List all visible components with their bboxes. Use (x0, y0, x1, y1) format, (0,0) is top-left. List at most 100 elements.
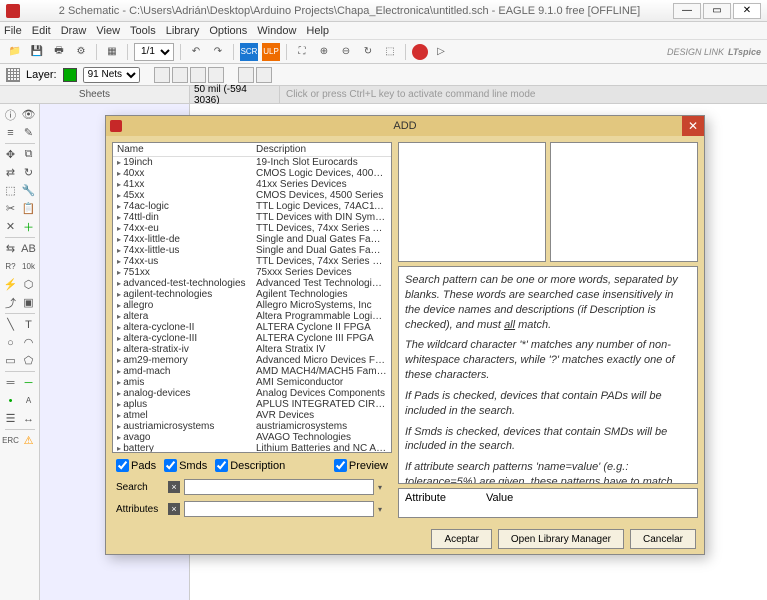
label-icon[interactable]: A (20, 392, 38, 409)
grid-icon[interactable] (6, 68, 20, 82)
library-row[interactable]: 751xx75xxx Series Devices (113, 267, 391, 278)
library-row[interactable]: batteryLithium Batteries and NC Accus (113, 443, 391, 453)
board-icon[interactable]: ▦ (103, 43, 121, 61)
menu-tools[interactable]: Tools (130, 25, 156, 37)
redo-icon[interactable]: ↷ (209, 43, 227, 61)
cam-icon[interactable]: ⚙ (72, 43, 90, 61)
library-row[interactable]: austriamicrosystemsaustriamicrosystems (113, 421, 391, 432)
menu-view[interactable]: View (96, 25, 120, 37)
library-row[interactable]: 74xx-euTTL Devices, 74xx Series with Eur… (113, 223, 391, 234)
check-smds[interactable]: Smds (164, 459, 207, 472)
zoom-redraw-icon[interactable]: ↻ (359, 43, 377, 61)
go-icon[interactable]: ▷ (432, 43, 450, 61)
save-icon[interactable]: 💾 (28, 43, 46, 61)
layer-select[interactable]: 91 Nets (83, 67, 140, 83)
menu-help[interactable]: Help (306, 25, 329, 37)
library-row[interactable]: 74xx-usTTL Devices, 74xx Series with US … (113, 256, 391, 267)
search-dropdown-icon[interactable]: ▾ (378, 483, 388, 492)
move-icon[interactable]: ✥ (2, 146, 20, 163)
errors-icon[interactable]: ⚠ (20, 432, 38, 449)
menu-window[interactable]: Window (257, 25, 296, 37)
pinswap-icon[interactable]: ⇆ (2, 240, 20, 257)
library-row[interactable]: 19inch19-Inch Slot Eurocards (113, 157, 391, 169)
cancel-button[interactable]: Cancelar (630, 529, 696, 549)
col-name[interactable]: Name (113, 143, 252, 157)
view-btn-4[interactable] (208, 67, 224, 83)
library-row[interactable]: agilent-technologiesAgilent Technologies (113, 289, 391, 300)
command-line[interactable]: Click or press Ctrl+L key to activate co… (280, 86, 767, 103)
zoom-select[interactable]: 1/1 (134, 43, 174, 61)
miter-icon[interactable]: ⬡ (20, 276, 38, 293)
library-row[interactable]: 74ttl-dinTTL Devices with DIN Symbols (113, 212, 391, 223)
designlink-brand[interactable]: DESIGN LINK (667, 47, 724, 57)
undo-icon[interactable]: ↶ (187, 43, 205, 61)
library-row[interactable]: 74xx-little-usSingle and Dual Gates Fami… (113, 245, 391, 256)
rotate-icon[interactable]: ↻ (20, 164, 38, 181)
copy-icon[interactable]: ⧉ (20, 146, 38, 163)
search-input[interactable] (184, 479, 374, 495)
value-icon[interactable]: 10k (20, 258, 38, 275)
smash-icon[interactable]: ⚡ (2, 276, 20, 293)
library-row[interactable]: aplusAPLUS INTEGRATED CIRCUITS INC. (113, 399, 391, 410)
open-library-manager-button[interactable]: Open Library Manager (498, 529, 624, 549)
zoom-select-icon[interactable]: ⬚ (381, 43, 399, 61)
col-description[interactable]: Description (252, 143, 391, 157)
library-row[interactable]: amisAMI Semiconductor (113, 377, 391, 388)
ulp-icon[interactable]: ULP (262, 43, 280, 61)
group-icon[interactable]: ⬚ (2, 182, 20, 199)
library-row[interactable]: 40xxCMOS Logic Devices, 4000 Series (113, 168, 391, 179)
attributes-input[interactable] (184, 501, 374, 517)
paste-icon[interactable]: 📋 (20, 200, 38, 217)
net-icon[interactable]: ─ (20, 374, 38, 391)
view-btn-3[interactable] (190, 67, 206, 83)
zoom-out-icon[interactable]: ⊖ (337, 43, 355, 61)
zoom-in-icon[interactable]: ⊕ (315, 43, 333, 61)
dimension-icon[interactable]: ↔ (20, 410, 38, 427)
library-row[interactable]: altera-stratix-ivAltera Stratix IV (113, 344, 391, 355)
cut-icon[interactable]: ✂ (2, 200, 20, 217)
library-row[interactable]: 41xx41xx Series Devices (113, 179, 391, 190)
junction-icon[interactable]: • (2, 392, 20, 409)
view-btn-6[interactable] (256, 67, 272, 83)
library-row[interactable]: 74ac-logicTTL Logic Devices, 74AC11xx an… (113, 201, 391, 212)
library-row[interactable]: amd-machAMD MACH4/MACH5 Family (Vantis) (113, 366, 391, 377)
close-button[interactable]: ✕ (733, 3, 761, 19)
check-description[interactable]: Description (215, 459, 285, 472)
layer-tool-icon[interactable]: ≡ (2, 124, 20, 141)
attribute-icon[interactable]: ☰ (2, 410, 20, 427)
erc-icon[interactable]: ERC (2, 432, 20, 449)
menu-file[interactable]: File (4, 25, 22, 37)
attrs-clear-icon[interactable]: × (168, 503, 180, 515)
view-btn-1[interactable] (154, 67, 170, 83)
show-icon[interactable]: 👁 (20, 106, 38, 123)
menu-library[interactable]: Library (166, 25, 200, 37)
scr-icon[interactable]: SCR (240, 43, 258, 61)
library-list[interactable]: Name Description 19inch19-Inch Slot Euro… (112, 142, 392, 453)
check-pads[interactable]: Pads (116, 459, 156, 472)
search-clear-icon[interactable]: × (168, 481, 180, 493)
rect-icon[interactable]: ▭ (2, 352, 20, 369)
view-btn-5[interactable] (238, 67, 254, 83)
add-icon[interactable]: ＋ (20, 218, 38, 235)
mirror-icon[interactable]: ⇄ (2, 164, 20, 181)
library-row[interactable]: altera-cyclone-IIIALTERA Cyclone III FPG… (113, 333, 391, 344)
library-row[interactable]: alteraAltera Programmable Logic Devices (113, 311, 391, 322)
name-icon[interactable]: R? (2, 258, 20, 275)
mark-icon[interactable]: ✎ (20, 124, 38, 141)
text-icon[interactable]: T (20, 316, 38, 333)
split-icon[interactable]: ⤴ (2, 294, 20, 311)
open-icon[interactable]: 📁 (6, 43, 24, 61)
menu-draw[interactable]: Draw (61, 25, 87, 37)
maximize-button[interactable]: ▭ (703, 3, 731, 19)
library-row[interactable]: 45xxCMOS Devices, 4500 Series (113, 190, 391, 201)
check-preview[interactable]: Preview (334, 459, 388, 472)
layer-swatch[interactable] (63, 68, 77, 82)
bus-icon[interactable]: ═ (2, 374, 20, 391)
stop-icon[interactable] (412, 44, 428, 60)
delete-icon[interactable]: ✕ (2, 218, 20, 235)
attrs-dropdown-icon[interactable]: ▾ (378, 505, 388, 514)
replace-icon[interactable]: AB (20, 240, 38, 257)
library-row[interactable]: atmelAVR Devices (113, 410, 391, 421)
wire-icon[interactable]: ╲ (2, 316, 20, 333)
menu-edit[interactable]: Edit (32, 25, 51, 37)
